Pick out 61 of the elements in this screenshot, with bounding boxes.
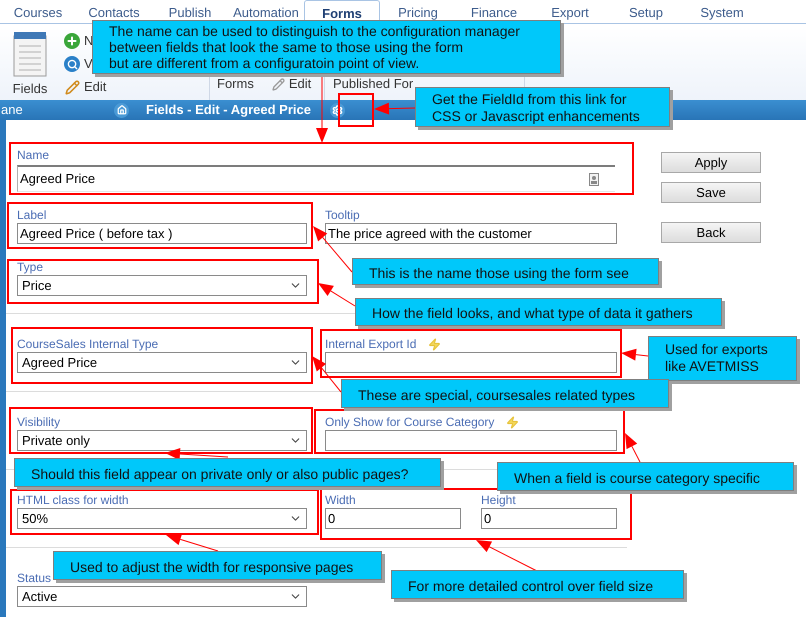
callout: Should this field appear on private only or also public pages? — [14, 458, 441, 487]
plus-icon — [64, 33, 80, 49]
fields-button[interactable]: Fields — [12, 82, 48, 96]
callout: This is the name those using the form see — [352, 258, 659, 285]
text-field[interactable] — [325, 430, 617, 451]
dropdown-field[interactable]: Agreed Price — [17, 352, 307, 373]
text-field[interactable]: Agreed Price — [17, 165, 615, 192]
search-icon — [64, 56, 80, 72]
pointer-arrow — [621, 348, 648, 361]
text-field[interactable]: 0 — [481, 508, 617, 529]
callout: Get the FieldId from this link for CSS or Javascript enhancements — [415, 87, 670, 127]
highlight-frame — [338, 93, 374, 127]
dropdown-field[interactable]: Private only — [17, 430, 307, 451]
dropdown-field[interactable]: Price — [17, 275, 307, 296]
pointer-arrow — [312, 356, 342, 392]
field-label: Visibility — [17, 415, 60, 429]
dropdown-field[interactable]: 50% — [17, 508, 307, 529]
callout: These are special, coursesales related types — [341, 379, 669, 408]
nav-tab[interactable]: Courses — [0, 0, 76, 24]
ribbon-item[interactable]: Edit — [288, 77, 312, 91]
callout: How the field looks, and what type of data it gathers — [355, 298, 722, 326]
action-button[interactable]: Back — [661, 222, 761, 243]
pointer-arrow — [165, 448, 228, 460]
field-label: Height — [481, 493, 516, 507]
callout: When a field is course category specific — [497, 462, 794, 491]
group-label: Published For — [333, 77, 414, 91]
nav-tab[interactable]: System — [684, 0, 760, 24]
field-label: CourseSales Internal Type — [17, 337, 158, 351]
text-field[interactable]: 0 — [325, 508, 461, 529]
nav-tab[interactable]: Setup — [608, 0, 684, 24]
ribbon-item[interactable]: Edit — [84, 77, 106, 97]
callout: Used for exports like AVETMISS — [648, 336, 797, 381]
field-label: Width — [325, 493, 356, 507]
action-button[interactable]: Apply — [661, 152, 761, 173]
pointer-arrow — [318, 283, 356, 306]
field-label: Internal Export Id — [325, 337, 416, 351]
pointer-arrow — [166, 534, 218, 552]
field-label: Label — [17, 208, 46, 222]
page-title: Fields - Edit - Agreed Price — [146, 101, 311, 120]
dropdown-field[interactable]: Active — [17, 586, 307, 607]
field-label: Tooltip — [325, 208, 360, 222]
pane-label: ane — [1, 101, 24, 120]
field-label: Only Show for Course Category — [325, 415, 494, 429]
callout: For more detailed control over field size — [391, 570, 684, 599]
group-label: Forms — [217, 77, 254, 91]
field-label: Type — [17, 260, 44, 274]
text-field[interactable]: The price agreed with the customer — [325, 223, 617, 244]
field-label: Status — [17, 571, 52, 585]
pencil-icon — [272, 77, 286, 91]
callout: Used to adjust the width for responsive pages — [53, 551, 382, 580]
pointer-arrow — [313, 226, 352, 272]
ribbon-item[interactable]: V — [84, 54, 93, 74]
pencil-icon — [64, 79, 80, 95]
pointer-arrow — [374, 102, 416, 115]
text-field[interactable]: Agreed Price ( before tax ) — [17, 223, 307, 244]
home-icon[interactable] — [114, 102, 129, 118]
text-field[interactable] — [325, 352, 617, 373]
action-button[interactable]: Save — [661, 182, 761, 203]
field-label: HTML class for width — [17, 493, 129, 507]
callout: The name can be used to distinguish to the configuration manager between fields that look the same to those using the form but are different from a configuratoin point of view. — [92, 20, 561, 74]
field-label: Name — [17, 148, 50, 162]
